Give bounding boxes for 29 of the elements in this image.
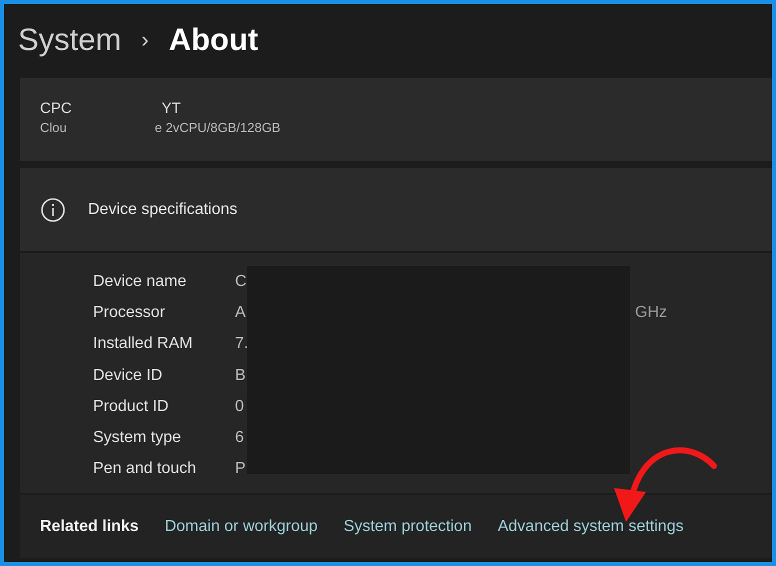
device-name: CPC	[40, 100, 72, 117]
spec-label: Pen and touch	[93, 460, 198, 478]
related-links-label: Related links	[40, 518, 139, 536]
related-link[interactable]: Domain or workgroup	[164, 518, 318, 536]
spec-value: 0	[235, 398, 244, 415]
info-icon	[40, 196, 66, 222]
spec-value: GHz	[635, 304, 667, 322]
spec-label: Installed RAM	[93, 335, 194, 354]
spec-value: 7.	[235, 335, 248, 352]
device-specifications-header[interactable]: Device specifications	[20, 168, 772, 251]
spec-value: C	[235, 272, 247, 290]
device-model: Clou	[40, 120, 67, 135]
device-name: YT	[162, 100, 181, 117]
spec-label: System type	[93, 429, 182, 448]
spec-label: Device ID	[93, 366, 164, 385]
related-link[interactable]: System protection	[344, 518, 472, 536]
spec-value: A	[235, 304, 246, 321]
device-model: e 2vCPU/8GB/128GB	[154, 120, 280, 135]
breadcrumb-separator: ›	[141, 27, 149, 53]
related-link[interactable]: Advanced system settings	[498, 518, 684, 536]
spec-value: P	[235, 460, 246, 478]
spec-label: Processor	[93, 304, 166, 322]
page-title: About	[168, 22, 258, 58]
spec-value: B	[235, 366, 246, 384]
spec-label: Device name	[93, 272, 188, 291]
breadcrumb-link[interactable]: System	[18, 22, 122, 58]
spec-label: Product ID	[93, 398, 170, 416]
spec-value: 6	[235, 429, 244, 446]
section-title: Device specifications	[88, 200, 238, 218]
